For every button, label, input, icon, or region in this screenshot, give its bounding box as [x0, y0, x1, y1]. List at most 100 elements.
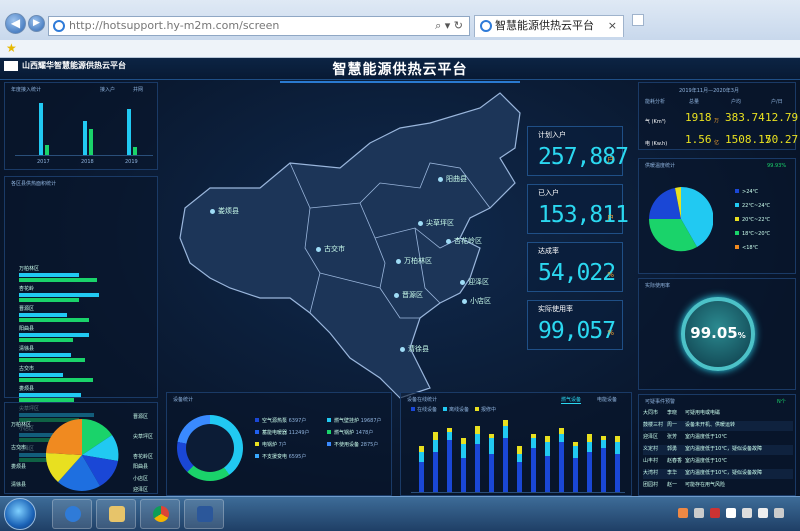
- temp-legend-item: >24℃: [735, 189, 758, 195]
- tray-app-icon[interactable]: [678, 508, 688, 518]
- temp-pie-chart: [649, 186, 713, 252]
- panel-title: 可疑事件预警: [645, 399, 676, 405]
- back-icon: ◀: [10, 16, 21, 30]
- bluetooth-icon[interactable]: [726, 508, 736, 518]
- location-pin-icon: [446, 238, 451, 244]
- location-pin-icon: [460, 279, 465, 285]
- pie-label: 万柏林区: [11, 422, 32, 428]
- dashboard-header: 山西耀华智慧能源供热云平台 智慧能源供热云平台: [0, 58, 800, 83]
- online-bar-segment: [419, 462, 424, 492]
- back-button[interactable]: ◀: [5, 13, 26, 34]
- pie-label: 尖草坪区: [133, 434, 154, 440]
- pie-label: 杏花岭区: [133, 454, 154, 460]
- online-bar-segment: [587, 442, 592, 452]
- district-label: 万柏林区: [19, 266, 40, 272]
- forward-button[interactable]: ▶: [28, 15, 45, 32]
- year-label: 2017: [37, 159, 50, 165]
- tab-gas-devices[interactable]: 燃气设备: [561, 396, 582, 404]
- online-bar-segment: [615, 436, 620, 442]
- online-bar-segment: [433, 432, 438, 440]
- device-item: 空气源热泵 6397户: [255, 417, 325, 424]
- online-bar-segment: [601, 448, 606, 492]
- alarm-row[interactable]: 义定村 郭勇 室内温度低于10℃，疑似设备故障: [643, 445, 793, 455]
- elec-day: 50.27: [765, 133, 799, 146]
- temp-legend-item: 22℃~24℃: [735, 203, 770, 209]
- close-tab-icon[interactable]: ×: [608, 16, 617, 36]
- row-label: 气 (Km³): [645, 119, 666, 125]
- district-label: 古交市: [19, 366, 35, 372]
- legend-online: 在线设备: [411, 406, 437, 413]
- online-bar-segment: [433, 440, 438, 452]
- favorites-bar: ★: [0, 40, 800, 58]
- pie-label: 小店区: [133, 476, 149, 482]
- online-bar-segment: [447, 428, 452, 432]
- online-bar-segment: [517, 454, 522, 462]
- taskbar-chrome-button[interactable]: [140, 499, 180, 529]
- year-label: 2019: [125, 159, 138, 165]
- tray-icon[interactable]: [694, 508, 704, 518]
- map-district-label[interactable]: 万柏林区: [396, 256, 432, 266]
- tray-icon[interactable]: [742, 508, 752, 518]
- browser-tab[interactable]: 智慧能源供热云平台 ×: [474, 15, 624, 37]
- location-pin-icon: [462, 298, 467, 304]
- panel-title: 设备统计: [173, 397, 194, 403]
- district-pie-panel: 万柏林区 古交市 娄烦县 清徐县 晋源区 尖草坪区 杏花岭区 阳曲县 小店区 迎…: [4, 402, 158, 494]
- stat-label: 达成率: [538, 247, 559, 255]
- panel-title: 供暖温度统计: [645, 163, 676, 169]
- url-text: http://hotsupport.hy-m2m.com/screen: [69, 19, 280, 32]
- map-district-label[interactable]: 迎泽区: [460, 277, 489, 287]
- start-button[interactable]: [4, 498, 36, 530]
- stat-label: 实际使用率: [538, 305, 573, 313]
- favorites-star-icon[interactable]: ★: [6, 41, 17, 55]
- map-district-label[interactable]: 晋源区: [394, 290, 423, 300]
- device-item: 不支援变电 6595户: [255, 453, 325, 460]
- taskbar-explorer-button[interactable]: [96, 499, 136, 529]
- taskbar-ie-button[interactable]: [52, 499, 92, 529]
- col-header: 户均: [731, 99, 742, 105]
- dashboard: 山西耀华智慧能源供热云平台 智慧能源供热云平台 年度接入统计 接入户 并网 20…: [0, 58, 800, 496]
- map-district-label[interactable]: 阳曲县: [438, 174, 467, 184]
- online-stats-panel: 设备在线统计 燃气设备 电能设备 在线设备 离线设备 报修中: [400, 392, 632, 496]
- gas-unit: 万: [714, 118, 720, 124]
- tray-icon[interactable]: [710, 508, 720, 518]
- online-bar-segment: [503, 438, 508, 492]
- pie-slice: [46, 418, 82, 455]
- district-label: 杏花岭: [19, 286, 35, 292]
- online-bar-segment: [503, 426, 508, 438]
- tab-electric-devices[interactable]: 电能设备: [597, 396, 617, 403]
- alarm-row[interactable]: 团园村 赵一 可能存在用气风险: [643, 481, 793, 491]
- alarm-row[interactable]: 鼓楼三村 周一 设备未开机、供暖运转: [643, 421, 793, 431]
- temp-percent: 99.93%: [767, 163, 787, 169]
- alarm-row[interactable]: 山丰村 赵春香 室内温度低于10℃: [643, 457, 793, 467]
- pie-label: 娄烦县: [11, 464, 27, 470]
- map-district-label[interactable]: 尖草坪区: [418, 218, 454, 228]
- taskbar-word-button[interactable]: [184, 499, 224, 529]
- address-bar[interactable]: http://hotsupport.hy-m2m.com/screen ⌕ ▾ …: [48, 16, 470, 36]
- yearly-access-panel: 年度接入统计 接入户 并网 2017 2018 2019: [4, 82, 158, 170]
- device-item: 不使用设备 2875户: [327, 441, 397, 448]
- map-district-label[interactable]: 清徐县: [400, 344, 429, 354]
- word-icon: [197, 506, 213, 522]
- pie-label: 古交市: [11, 445, 27, 451]
- volume-icon[interactable]: [774, 508, 784, 518]
- usage-gauge-panel: 实际使用率 99.05%: [638, 278, 796, 390]
- windows-taskbar: [0, 496, 800, 531]
- map-district-label[interactable]: 小店区: [462, 296, 491, 306]
- online-bar-segment: [461, 458, 466, 492]
- panel-title: 能耗分析: [645, 99, 666, 105]
- online-bar-segment: [531, 438, 536, 448]
- search-refresh-icons[interactable]: ⌕ ▾ ↻: [435, 17, 463, 35]
- map-district-label[interactable]: 古交市: [316, 244, 345, 254]
- alarm-row[interactable]: 迎泽区 张芳 室内温度低于10℃: [643, 433, 793, 443]
- brand-name: 山西耀华智慧能源供热云平台: [22, 61, 126, 70]
- alarm-row[interactable]: 大湾村 李华 室内温度低于10℃，疑似设备故障: [643, 469, 793, 479]
- new-tab-button[interactable]: [632, 14, 644, 26]
- online-bar-segment: [433, 452, 438, 492]
- map-district-label[interactable]: 娄烦县: [210, 206, 239, 216]
- map-district-label[interactable]: 杏花岭区: [446, 236, 482, 246]
- district-bar-users: [19, 318, 89, 322]
- elec-total: 1.56: [685, 133, 712, 146]
- online-bar-segment: [419, 446, 424, 452]
- alarm-row[interactable]: 大同市 李晓 可疑用电或电磁: [643, 409, 793, 419]
- network-icon[interactable]: [758, 508, 768, 518]
